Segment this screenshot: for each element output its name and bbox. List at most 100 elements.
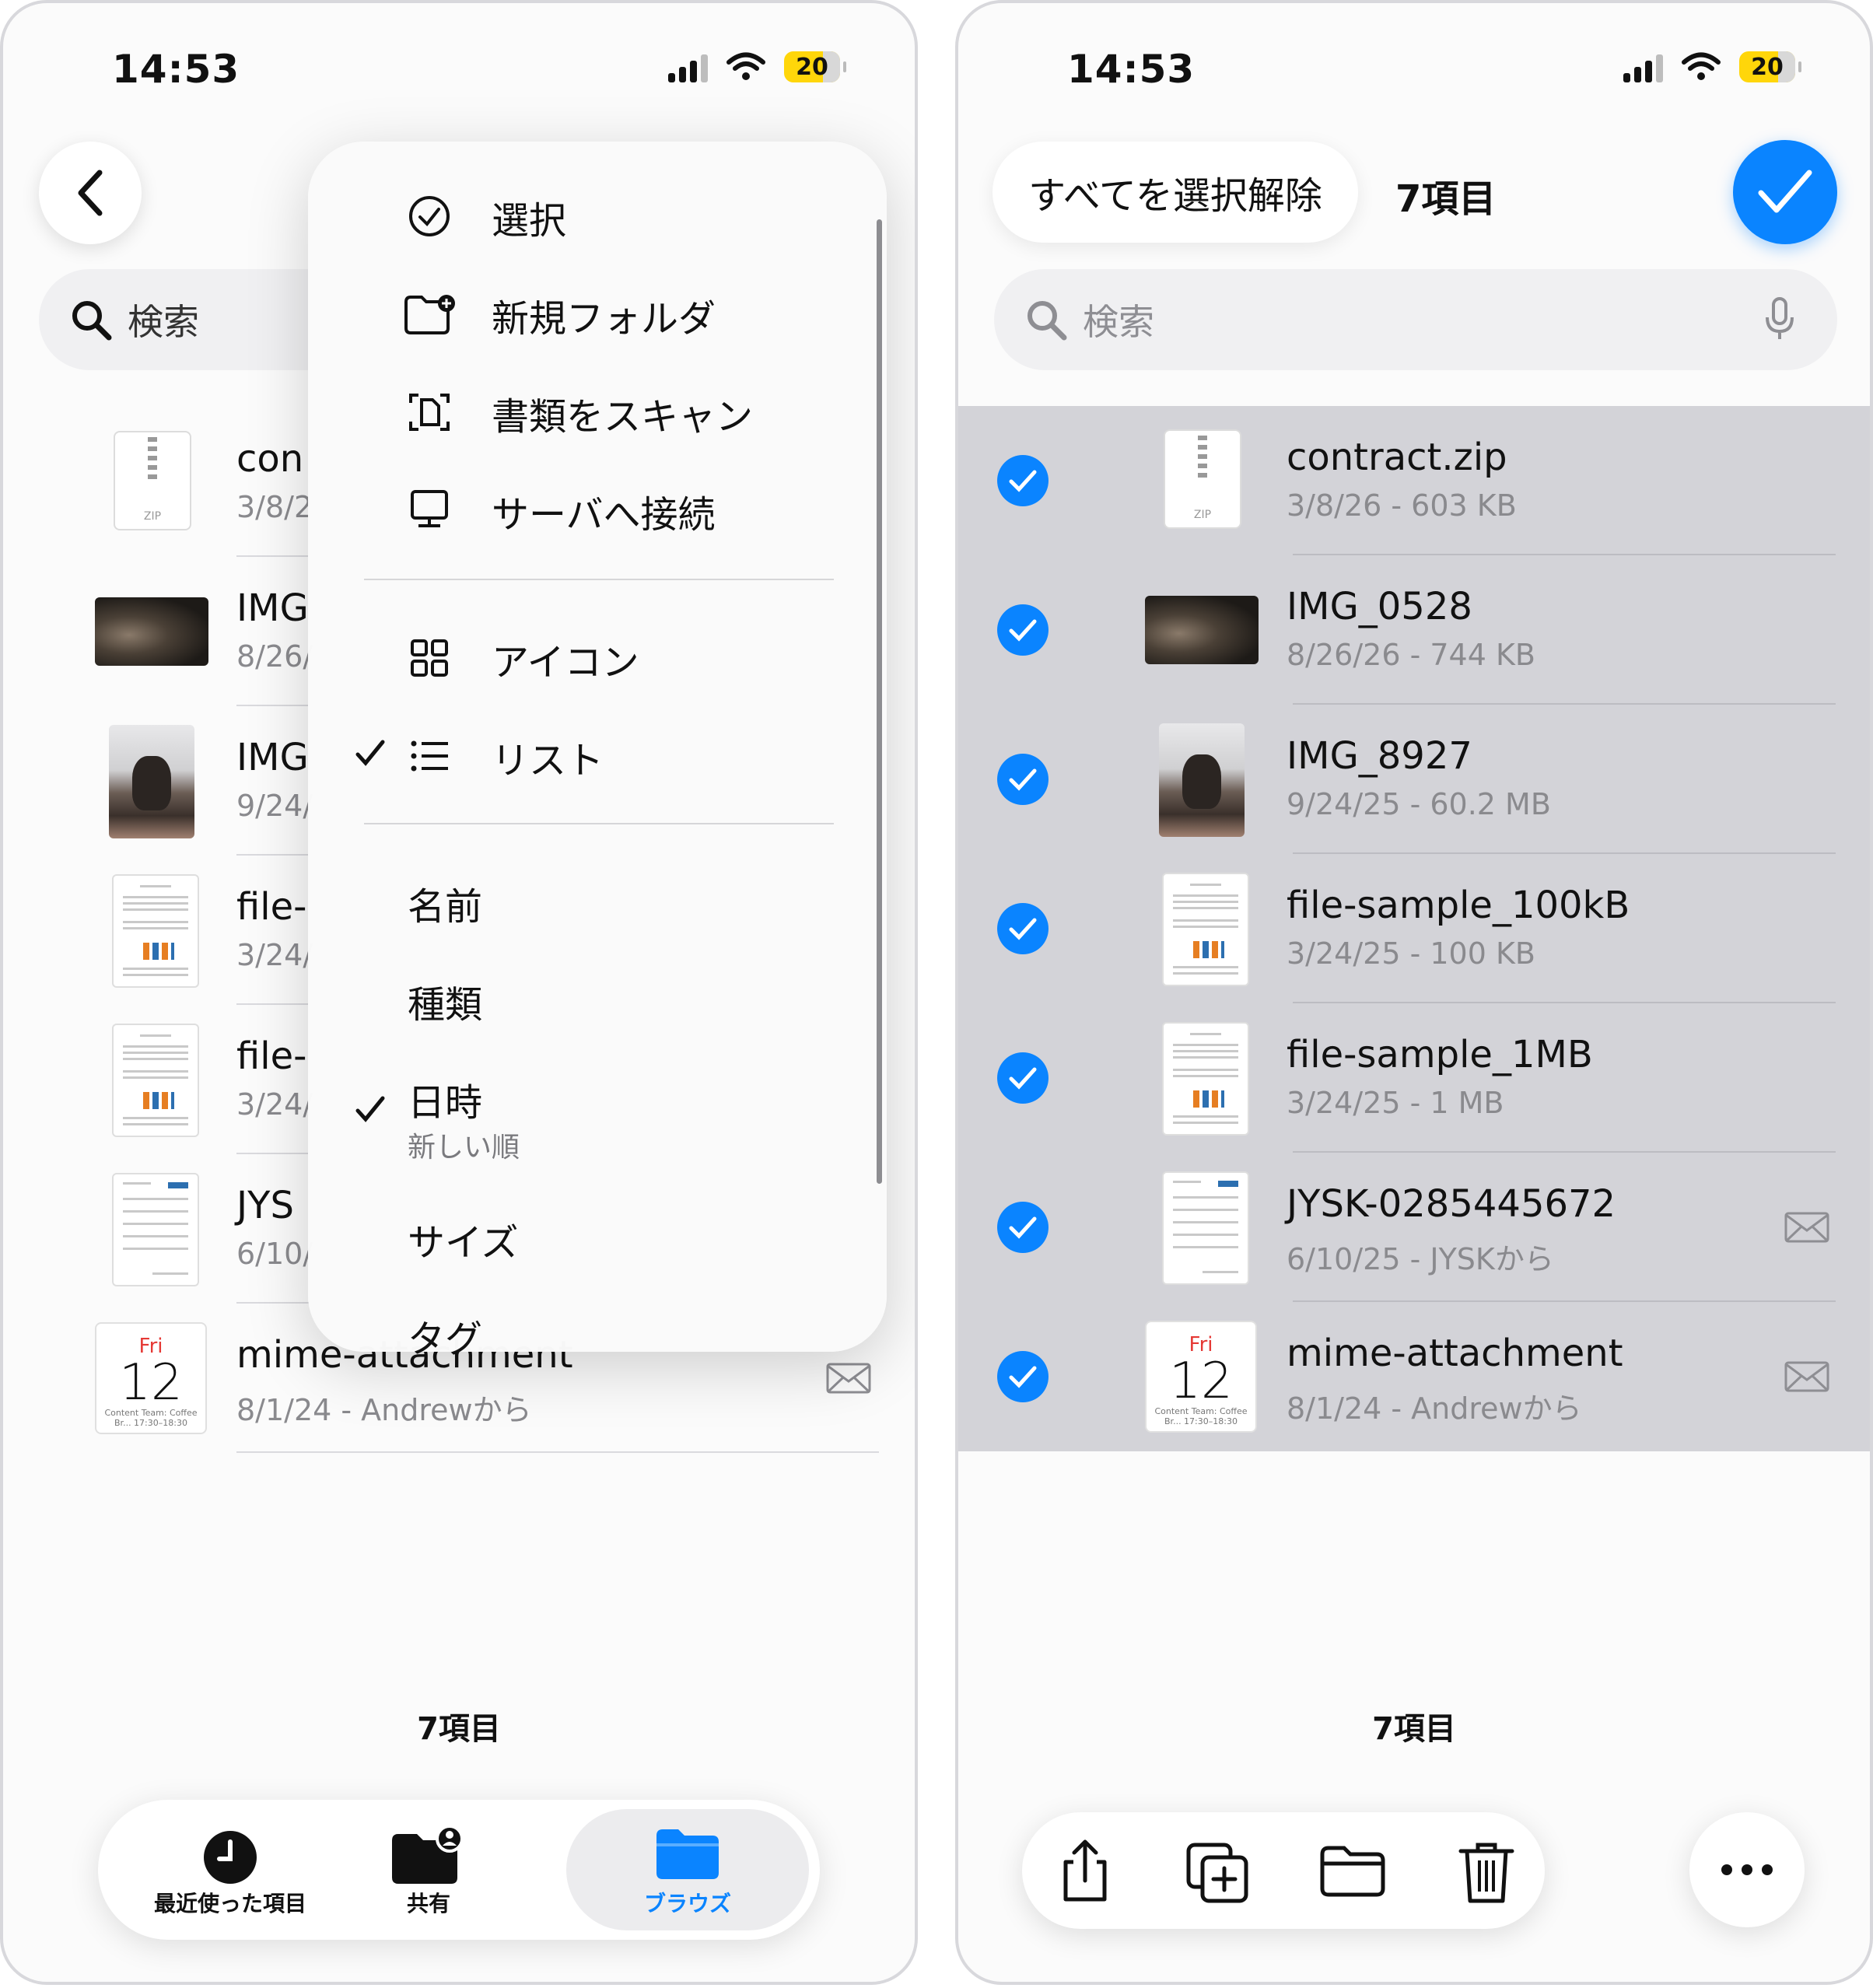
document-scanner-icon bbox=[409, 394, 450, 431]
file-row-selected[interactable]: JYSK-0285445672 6/10/25 - JYSKから bbox=[958, 1153, 1870, 1302]
calendar-thumbnail: Fri 12 Content Team: Coffee Br... 17:30–18… bbox=[1145, 1321, 1257, 1433]
share-icon[interactable] bbox=[1050, 1836, 1120, 1906]
file-name: IMG_0528 bbox=[1287, 585, 1472, 628]
selected-checkmark-icon[interactable] bbox=[997, 1052, 1049, 1104]
invoice-thumbnail bbox=[1162, 1171, 1249, 1285]
file-row-selected[interactable]: ZIP contract.zip 3/8/26 - 603 KB bbox=[958, 406, 1870, 555]
row-separator bbox=[236, 1451, 879, 1453]
invoice-thumbnail bbox=[112, 1173, 199, 1286]
cellular-signal-icon bbox=[1623, 51, 1663, 82]
menu-item-connect-server[interactable]: サーバへ接続 bbox=[308, 468, 887, 546]
status-time: 14:53 bbox=[1067, 47, 1196, 92]
file-meta: 9/24/25 - 60.2 MB bbox=[1287, 787, 1551, 821]
selected-checkmark-icon[interactable] bbox=[997, 754, 1049, 805]
selected-count: 7項目 bbox=[1395, 177, 1497, 221]
wifi-icon bbox=[1682, 52, 1721, 80]
menu-item-sort-size[interactable]: サイズ bbox=[308, 1196, 887, 1274]
checkmark-icon bbox=[1758, 170, 1812, 213]
ellipsis-icon bbox=[1721, 1864, 1773, 1875]
shared-folder-icon bbox=[392, 1825, 464, 1884]
right-screen: 14:53 20 すべてを選択解除 7項目 検索 ZIP contract.zi… bbox=[955, 0, 1873, 1985]
file-meta: 3/24/25 - 100 KB bbox=[1287, 936, 1535, 971]
selected-checkmark-icon[interactable] bbox=[997, 1351, 1049, 1402]
pdf-thumbnail bbox=[1162, 1022, 1249, 1136]
file-meta: 8/1/24 - Andrewから bbox=[1287, 1391, 1582, 1426]
file-meta: 3/8/26 - 603 KB bbox=[1287, 488, 1517, 523]
file-row-selected[interactable]: file-sample_1MB 3/24/25 - 1 MB bbox=[958, 1003, 1870, 1153]
deselect-all-button[interactable]: すべてを選択解除 bbox=[993, 142, 1358, 243]
options-menu: 選択 新規フォルダ 書類をスキャン サーバへ接続 アイコン リスト 名前 種類 … bbox=[308, 142, 887, 1361]
status-icons: 20 bbox=[668, 51, 846, 82]
file-row-selected[interactable]: IMG_0528 8/26/26 - 744 KB bbox=[958, 555, 1870, 705]
menu-item-icons[interactable]: アイコン bbox=[308, 616, 887, 694]
pdf-thumbnail bbox=[112, 1024, 199, 1137]
item-count: 7項目 bbox=[417, 1711, 501, 1747]
file-meta: 9/24/ bbox=[236, 789, 313, 823]
file-name: JYS bbox=[236, 1184, 294, 1227]
mail-icon bbox=[1784, 1212, 1829, 1243]
file-meta: 8/1/24 - Andrewから bbox=[236, 1393, 532, 1427]
photo-thumbnail bbox=[95, 597, 208, 666]
file-row-selected[interactable]: IMG_8927 9/24/25 - 60.2 MB bbox=[958, 705, 1870, 854]
zip-file-icon: ZIP bbox=[114, 431, 191, 530]
file-meta: 3/24/ bbox=[236, 1087, 313, 1122]
file-name: file- bbox=[236, 1034, 307, 1078]
menu-scrollbar[interactable] bbox=[877, 219, 882, 1184]
menu-item-sort-tags[interactable]: タグ bbox=[308, 1293, 887, 1370]
search-field[interactable]: 検索 bbox=[994, 269, 1837, 370]
item-count: 7項目 bbox=[1372, 1711, 1456, 1747]
file-meta: 8/26/26 - 744 KB bbox=[1287, 638, 1535, 672]
tab-browse[interactable]: ブラウズ bbox=[566, 1809, 809, 1930]
menu-item-new-folder[interactable]: 新規フォルダ bbox=[308, 272, 887, 350]
photo-thumbnail bbox=[1145, 596, 1259, 664]
mail-icon bbox=[1784, 1361, 1829, 1392]
checkmark-circle-icon bbox=[409, 196, 450, 236]
checkmark-icon bbox=[355, 740, 385, 766]
pdf-thumbnail bbox=[112, 874, 199, 988]
tab-label: ブラウズ bbox=[643, 1891, 731, 1916]
tab-bar: 最近使った項目 共有 ブラウズ bbox=[98, 1800, 820, 1940]
clock-icon bbox=[204, 1831, 257, 1884]
file-row-selected[interactable]: Fri 12 Content Team: Coffee Br... 17:30–18… bbox=[958, 1302, 1870, 1451]
wifi-icon bbox=[726, 52, 765, 80]
list-icon bbox=[411, 740, 448, 772]
file-meta: 3/8/2 bbox=[236, 490, 313, 524]
menu-item-sort-name[interactable]: 名前 bbox=[308, 860, 887, 938]
selected-checkmark-icon[interactable] bbox=[997, 604, 1049, 656]
duplicate-icon[interactable] bbox=[1182, 1836, 1252, 1906]
selected-checkmark-icon[interactable] bbox=[997, 1202, 1049, 1253]
folder-icon bbox=[656, 1829, 719, 1879]
file-name: IMG bbox=[236, 586, 309, 630]
menu-item-list[interactable]: リスト bbox=[308, 714, 887, 792]
folder-plus-icon bbox=[404, 295, 455, 334]
menu-item-sort-date[interactable]: 日時 新しい順 bbox=[308, 1056, 887, 1165]
menu-item-select[interactable]: 選択 bbox=[308, 174, 887, 252]
file-name: file-sample_100kB bbox=[1287, 884, 1630, 927]
pdf-thumbnail bbox=[1162, 873, 1249, 986]
trash-icon[interactable] bbox=[1451, 1836, 1521, 1906]
back-button[interactable] bbox=[39, 142, 142, 244]
tab-label: 最近使った項目 bbox=[153, 1891, 306, 1916]
menu-item-sort-kind[interactable]: 種類 bbox=[308, 958, 887, 1036]
left-screen: 14:53 20 検索 ZIP con 3/8/2 IMG 8/26/ IMG … bbox=[0, 0, 918, 1985]
file-name: IMG bbox=[236, 736, 309, 779]
search-icon bbox=[72, 301, 112, 341]
tab-label: 共有 bbox=[406, 1891, 450, 1916]
done-button[interactable] bbox=[1733, 140, 1837, 244]
more-button[interactable] bbox=[1689, 1812, 1805, 1927]
move-folder-icon[interactable] bbox=[1318, 1836, 1388, 1906]
selected-checkmark-icon[interactable] bbox=[997, 455, 1049, 506]
file-meta: 6/10/ bbox=[236, 1237, 313, 1271]
file-meta: 3/24/ bbox=[236, 938, 313, 972]
zip-file-icon: ZIP bbox=[1164, 429, 1241, 529]
file-row-selected[interactable]: file-sample_100kB 3/24/25 - 100 KB bbox=[958, 854, 1870, 1003]
tab-recents[interactable]: 最近使った項目 bbox=[129, 1800, 331, 1940]
selected-checkmark-icon[interactable] bbox=[997, 903, 1049, 954]
file-name: JYSK-0285445672 bbox=[1287, 1182, 1616, 1226]
file-name: file- bbox=[236, 885, 307, 929]
file-name: IMG_8927 bbox=[1287, 734, 1472, 778]
file-name: con bbox=[236, 437, 304, 481]
menu-item-scan-documents[interactable]: 書類をスキャン bbox=[308, 370, 887, 448]
microphone-icon[interactable] bbox=[1764, 297, 1795, 342]
tab-shared[interactable]: 共有 bbox=[355, 1800, 502, 1940]
